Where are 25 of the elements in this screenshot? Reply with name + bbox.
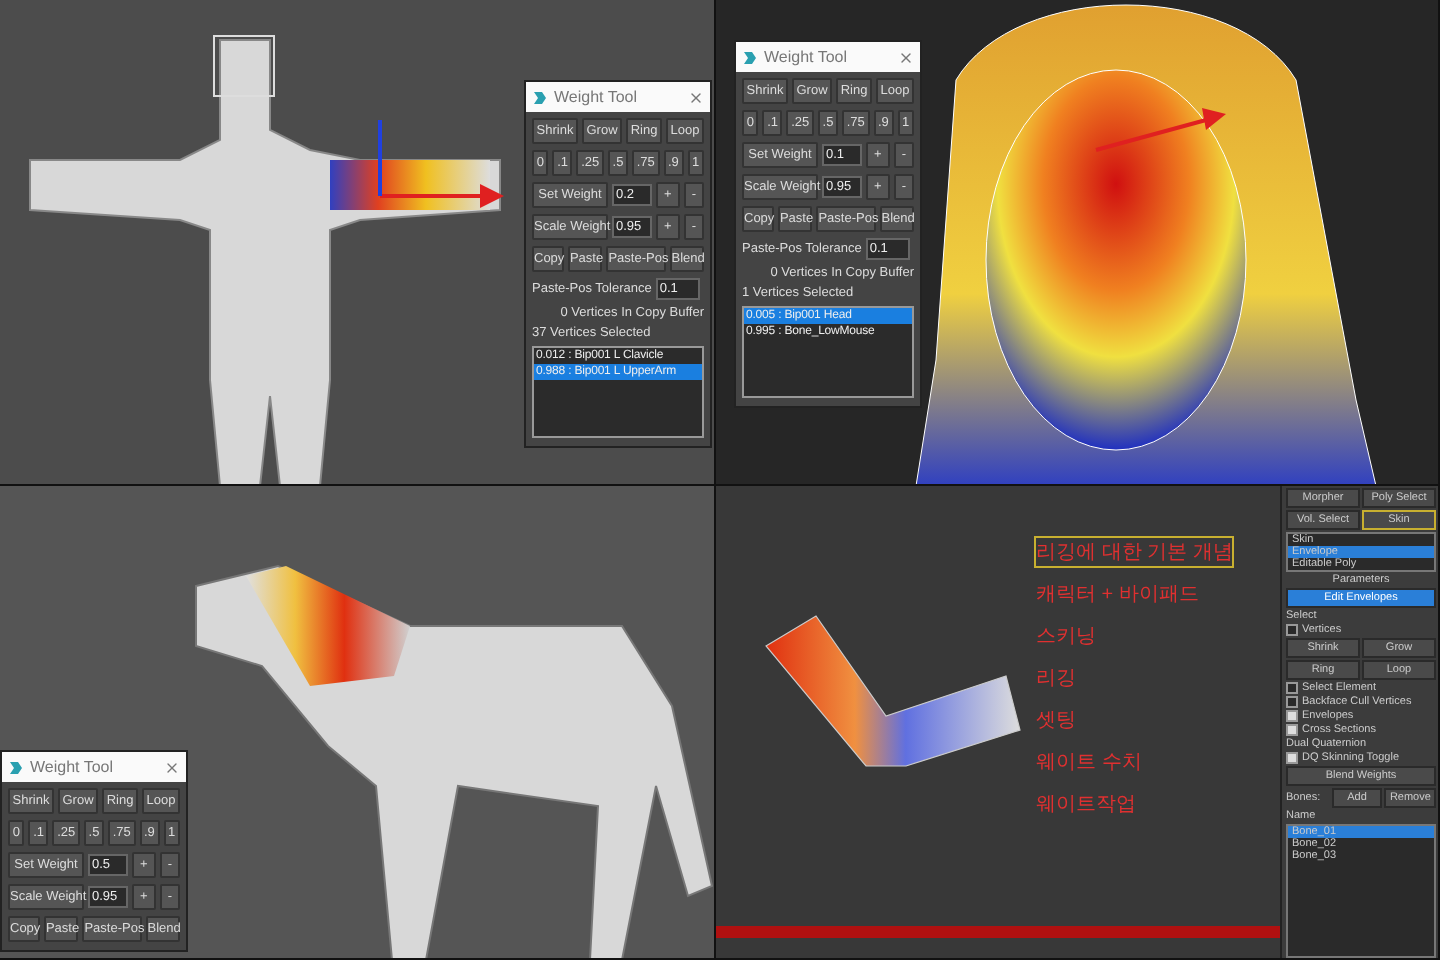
app-logo-icon bbox=[532, 89, 548, 105]
annotation-text: 웨이트작업 bbox=[1036, 792, 1136, 818]
close-icon[interactable] bbox=[688, 89, 704, 105]
annotation-text: 리깅 bbox=[1036, 666, 1076, 692]
selection-box-drawing bbox=[213, 35, 275, 97]
checkbox[interactable] bbox=[1286, 752, 1298, 764]
close-icon[interactable] bbox=[898, 49, 914, 65]
annotation-text: 웨이트 수치 bbox=[1036, 750, 1142, 776]
checkbox[interactable] bbox=[1286, 696, 1298, 708]
panel-title: Weight Tool bbox=[30, 758, 116, 776]
annotation-text: 리깅에 대한 기본 개념 bbox=[1036, 538, 1233, 566]
checkbox[interactable] bbox=[1286, 682, 1298, 694]
panel-title: Weight Tool bbox=[764, 48, 850, 66]
move-gizmo-drawing bbox=[378, 120, 504, 208]
panel-title: Weight Tool bbox=[554, 88, 640, 106]
annotation-text: 셋팅 bbox=[1036, 708, 1076, 734]
move-gizmo-drawing bbox=[1095, 108, 1226, 152]
checkbox[interactable] bbox=[1286, 724, 1298, 736]
close-icon[interactable] bbox=[164, 759, 180, 775]
checkbox[interactable] bbox=[1286, 710, 1298, 722]
checkbox[interactable] bbox=[1286, 624, 1298, 636]
app-logo-icon bbox=[8, 759, 24, 775]
annotation-text: 스키닝 bbox=[1036, 624, 1096, 650]
annotation-text: 캐릭터 + 바이패드 bbox=[1036, 582, 1199, 608]
app-logo-icon bbox=[742, 49, 758, 65]
